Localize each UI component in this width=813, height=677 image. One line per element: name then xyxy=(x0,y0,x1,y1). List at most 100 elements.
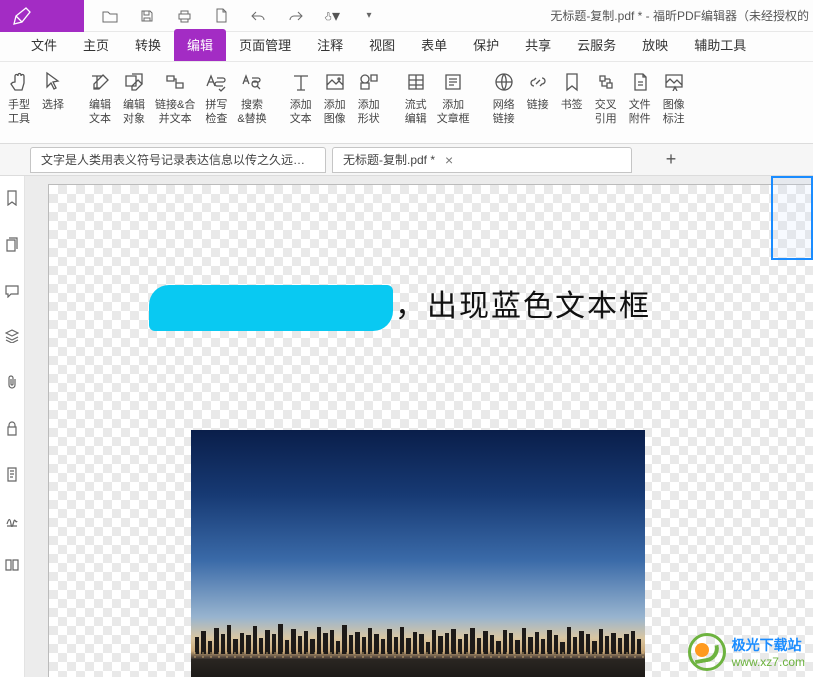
sidebar-comment-icon[interactable] xyxy=(5,284,19,303)
pdf-page[interactable]: ，出现蓝色文本框 xyxy=(48,184,813,677)
tool-hand-label: 手型 工具 xyxy=(8,98,30,126)
tool-link-label: 链接 xyxy=(527,98,549,112)
close-icon[interactable]: × xyxy=(445,152,453,168)
search-replace-icon xyxy=(241,72,263,92)
app-logo xyxy=(0,0,84,32)
qat-more-icon[interactable]: ▾ xyxy=(361,8,377,24)
hand-icon xyxy=(9,71,29,93)
tool-select[interactable]: 选择 xyxy=(36,68,70,112)
tool-search-replace-label: 搜索 &替换 xyxy=(237,98,266,126)
menu-comment[interactable]: 注释 xyxy=(304,29,356,61)
tool-bookmark[interactable]: 书签 xyxy=(555,68,589,112)
title-bar: ▾ ▾ 无标题-复制.pdf * - 福昕PDF编辑器（未经授权的 xyxy=(0,0,813,32)
open-icon[interactable] xyxy=(102,8,118,24)
tool-reflow-label: 流式 编辑 xyxy=(405,98,427,126)
menu-share[interactable]: 共享 xyxy=(512,29,564,61)
link-icon xyxy=(528,72,548,92)
menu-form[interactable]: 表单 xyxy=(408,29,460,61)
tool-image-annot-label: 图像 标注 xyxy=(663,98,685,126)
workspace: ，出现蓝色文本框 极光下载站 www.xz7.com xyxy=(0,176,813,677)
sidebar-security-icon[interactable] xyxy=(6,421,18,441)
add-tab-button[interactable]: + xyxy=(658,147,684,173)
tool-image-annot[interactable]: 图像 标注 xyxy=(657,68,691,126)
tool-link-merge-label: 链接&合 并文本 xyxy=(155,98,195,126)
crossref-icon xyxy=(596,72,616,92)
add-image-icon xyxy=(325,73,345,91)
tool-spellcheck[interactable]: 拼写 检查 xyxy=(199,68,233,126)
tool-crossref[interactable]: 交叉 引用 xyxy=(589,68,623,126)
tool-add-image[interactable]: 添加 图像 xyxy=(318,68,352,126)
tool-hand[interactable]: 手型 工具 xyxy=(2,68,36,126)
tool-search-replace[interactable]: 搜索 &替换 xyxy=(233,68,270,126)
add-shape-icon xyxy=(359,73,379,91)
quick-access-toolbar: ▾ ▾ xyxy=(84,8,377,24)
spell-icon xyxy=(205,72,227,92)
print-icon[interactable] xyxy=(176,8,192,24)
img-annot-icon xyxy=(664,73,684,91)
cursor-icon xyxy=(44,71,62,93)
reflow-icon xyxy=(406,72,426,92)
sidebar-bookmark-icon[interactable] xyxy=(5,190,19,211)
touch-icon[interactable]: ▾ xyxy=(324,8,340,24)
watermark: 极光下载站 www.xz7.com xyxy=(688,633,805,671)
tool-reflow[interactable]: 流式 编辑 xyxy=(399,68,433,126)
tool-crossref-label: 交叉 引用 xyxy=(595,98,617,126)
watermark-title: 极光下载站 xyxy=(732,635,805,655)
menu-convert[interactable]: 转换 xyxy=(122,29,174,61)
tool-add-image-label: 添加 图像 xyxy=(324,98,346,126)
sidebar-layers-icon[interactable] xyxy=(5,329,19,348)
tool-edit-text-label: 编辑 文本 xyxy=(89,98,111,126)
doc-tab-1[interactable]: 文字是人类用表义符号记录表达信息以传之久远的方… xyxy=(30,147,326,173)
tool-add-text-label: 添加 文本 xyxy=(290,98,312,126)
tool-add-text[interactable]: 添加 文本 xyxy=(284,68,318,126)
tool-link[interactable]: 链接 xyxy=(521,68,555,112)
tool-edit-text[interactable]: 编辑 文本 xyxy=(83,68,117,126)
sidebar-pages-icon[interactable] xyxy=(5,237,19,258)
canvas[interactable]: ，出现蓝色文本框 极光下载站 www.xz7.com xyxy=(25,176,813,677)
tool-select-label: 选择 xyxy=(42,98,64,112)
doc-tab-2[interactable]: 无标题-复制.pdf *× xyxy=(332,147,632,173)
menu-pages[interactable]: 页面管理 xyxy=(226,29,304,61)
weblink-icon xyxy=(494,72,514,92)
document-tabs: 文字是人类用表义符号记录表达信息以传之久远的方… 无标题-复制.pdf *× + xyxy=(0,144,813,176)
edit-text-icon xyxy=(89,72,111,92)
page-icon[interactable] xyxy=(213,8,229,24)
bookmark-icon xyxy=(564,72,580,92)
menu-access[interactable]: 辅助工具 xyxy=(681,29,759,61)
redo-icon[interactable] xyxy=(287,8,303,24)
article-icon xyxy=(443,72,463,92)
tool-edit-object-label: 编辑 对象 xyxy=(123,98,145,126)
undo-icon[interactable] xyxy=(250,8,266,24)
menu-file[interactable]: 文件 xyxy=(18,29,70,61)
menu-view[interactable]: 视图 xyxy=(356,29,408,61)
highlight-shape xyxy=(149,285,393,331)
selection-box[interactable] xyxy=(771,176,813,260)
window-title: 无标题-复制.pdf * - 福昕PDF编辑器（未经授权的 xyxy=(550,7,813,24)
sidebar-form-icon[interactable] xyxy=(6,467,18,487)
edit-obj-icon xyxy=(124,72,144,92)
menu-protect[interactable]: 保护 xyxy=(460,29,512,61)
sidebar-compare-icon[interactable] xyxy=(5,558,19,577)
left-sidebar xyxy=(0,176,25,677)
tool-article-box[interactable]: 添加 文章框 xyxy=(433,68,474,126)
sidebar-attach-icon[interactable] xyxy=(6,374,18,395)
menu-edit[interactable]: 编辑 xyxy=(174,29,226,61)
menu-home[interactable]: 主页 xyxy=(70,29,122,61)
watermark-icon xyxy=(688,633,726,671)
menu-bar: 文件 主页 转换 编辑 页面管理 注释 视图 表单 保护 共享 云服务 放映 辅… xyxy=(0,32,813,62)
menu-present[interactable]: 放映 xyxy=(629,29,681,61)
menu-cloud[interactable]: 云服务 xyxy=(564,29,629,61)
doc-tab-1-label: 文字是人类用表义符号记录表达信息以传之久远的方… xyxy=(41,151,315,168)
sidebar-sign-icon[interactable] xyxy=(5,513,19,532)
tool-spellcheck-label: 拼写 检查 xyxy=(205,98,227,126)
tool-weblink[interactable]: 网络 链接 xyxy=(487,68,521,126)
attach-icon xyxy=(632,72,648,92)
tool-add-shape[interactable]: 添加 形状 xyxy=(352,68,386,126)
tool-edit-object[interactable]: 编辑 对象 xyxy=(117,68,151,126)
embedded-image[interactable] xyxy=(191,430,645,677)
tool-attachment[interactable]: 文件 附件 xyxy=(623,68,657,126)
save-icon[interactable] xyxy=(139,8,155,24)
pen-icon xyxy=(12,6,32,26)
tool-bookmark-label: 书签 xyxy=(561,98,583,112)
tool-link-merge[interactable]: 链接&合 并文本 xyxy=(151,68,199,126)
